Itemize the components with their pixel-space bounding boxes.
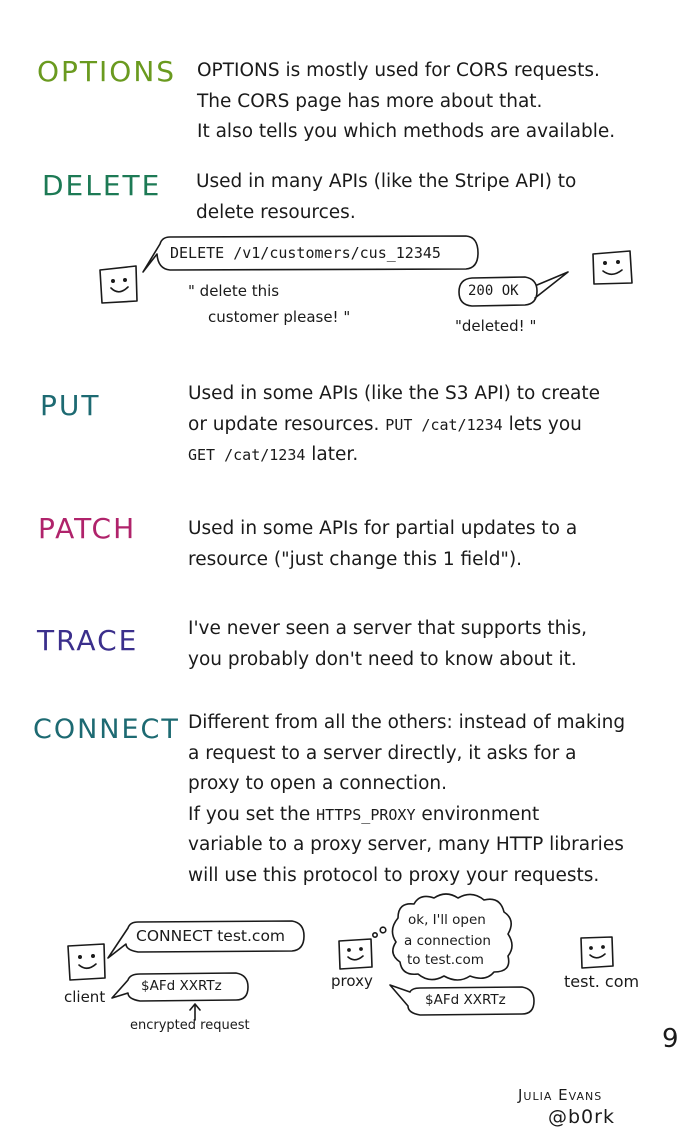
method-name-options: OPTIONS (37, 55, 176, 88)
options-line-1: OPTIONS is mostly used for CORS requests… (197, 60, 600, 81)
put-line-3: GET /cat/1234 later. (188, 440, 600, 471)
proxy-thought-line-3: to test.com (407, 952, 484, 968)
trace-line-2: you probably don't need to know about it… (188, 648, 577, 670)
delete-line-1: Used in many APIs (like the Stripe API) … (196, 171, 577, 192)
put-line-2-pre: or update resources. (188, 413, 380, 435)
delete-client-face (99, 265, 138, 304)
options-description: OPTIONS is mostly used for CORS requests… (197, 56, 615, 148)
connect-line-3: proxy to open a connection. (188, 773, 447, 794)
signature-name: Julia Evans (518, 1086, 603, 1104)
proxy-thought-line-2: a connection (404, 933, 491, 949)
put-title: PUT (40, 389, 101, 422)
delete-client-quote-2: customer please! " (208, 308, 351, 326)
method-name-put: PUT (40, 389, 100, 422)
connect-line-2: a request to a server directly, it asks … (188, 742, 577, 764)
method-name-delete: DELETE (42, 169, 161, 202)
delete-server-face (592, 250, 633, 285)
method-name-trace: TRACE (37, 624, 138, 657)
proxy-face (338, 938, 373, 970)
trace-description: I've never seen a server that supports t… (188, 614, 587, 675)
trace-title: TRACE (37, 624, 139, 657)
connect-client-face (67, 943, 106, 981)
put-line-3-post: later. (311, 444, 359, 465)
page-number: 9 (662, 1024, 679, 1054)
delete-title: DELETE (42, 169, 162, 202)
put-line-1: Used in some APIs (like the S3 API) to c… (188, 383, 600, 404)
patch-description: Used in some APIs for partial updates to… (188, 514, 577, 575)
signature-handle: @b0rk (548, 1106, 615, 1128)
connect-line-1: Different from all the others: instead o… (188, 712, 626, 733)
connect-request-text: CONNECT test.com (136, 927, 286, 945)
options-title: OPTIONS (37, 55, 177, 88)
proxy-thought-line-1: ok, I'll open (408, 912, 486, 928)
encrypted-request-label: encrypted request (130, 1018, 250, 1033)
connect-line-4-pre: If you set the (188, 803, 311, 825)
patch-line-1: Used in some APIs for partial updates to… (188, 518, 578, 539)
connect-encrypted-text: $AFd XXRTz (141, 978, 222, 994)
put-line-2-post: lets you (508, 413, 582, 435)
method-name-patch: PATCH (38, 512, 136, 545)
delete-response-text: 200 OK (468, 283, 519, 299)
client-label: client (64, 988, 106, 1006)
delete-line-2: delete resources. (196, 201, 356, 223)
proxy-encrypted-text: $AFd XXRTz (425, 992, 506, 1008)
options-line-3: It also tells you which methods are avai… (197, 121, 616, 142)
options-line-2: The CORS page has more about that. (197, 90, 543, 112)
connect-line-4-post: environment (421, 803, 540, 825)
testcom-server-face (580, 936, 614, 969)
connect-description: Different from all the others: instead o… (188, 708, 625, 891)
trace-line-1: I've never seen a server that supports t… (188, 618, 587, 639)
delete-request-text: DELETE /v1/customers/cus_12345 (170, 244, 441, 262)
testcom-label: test. com (564, 972, 640, 991)
proxy-label: proxy (331, 972, 373, 990)
method-name-connect: CONNECT (33, 714, 180, 745)
put-line-2: or update resources. PUT /cat/1234 lets … (188, 410, 600, 441)
patch-title: PATCH (38, 512, 137, 545)
put-code-get: GET /cat/1234 (188, 446, 306, 464)
connect-line-6: will use this protocol to proxy your req… (188, 864, 600, 886)
connect-code-https-proxy: HTTPS_PROXY (316, 805, 416, 824)
delete-client-quote-1: " delete this (188, 282, 280, 300)
connect-line-4: If you set the HTTPS_PROXY environment (188, 800, 625, 831)
delete-server-quote: "deleted! " (455, 317, 537, 335)
patch-line-2: resource ("just change this 1 field"). (188, 548, 523, 570)
delete-description: Used in many APIs (like the Stripe API) … (196, 167, 576, 228)
put-description: Used in some APIs (like the S3 API) to c… (188, 379, 600, 471)
connect-title: CONNECT (33, 714, 180, 745)
connect-line-5: variable to a proxy server, many HTTP li… (188, 834, 624, 855)
put-code-put: PUT /cat/1234 (385, 415, 503, 434)
